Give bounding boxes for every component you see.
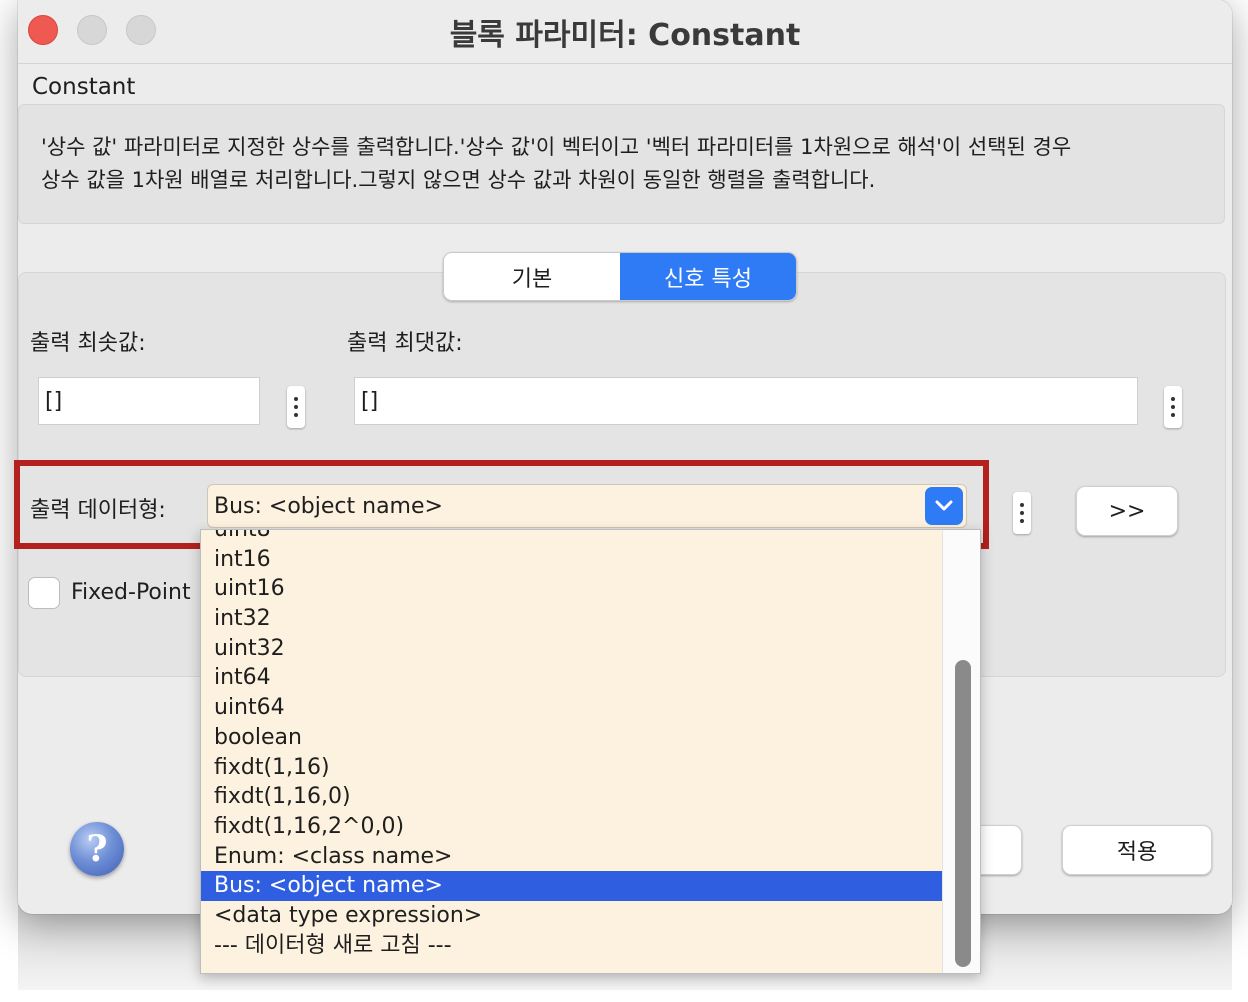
data-type-dropdown-list[interactable]: uint8 int16 uint16 int32 uint32 int64 ui…: [200, 529, 981, 974]
output-data-type-options-button[interactable]: [1013, 492, 1031, 534]
chevron-down-icon[interactable]: [925, 487, 963, 525]
dropdown-option[interactable]: uint64: [201, 693, 943, 723]
data-type-assistant-button[interactable]: >>: [1076, 486, 1178, 536]
kebab-dot-icon: [1020, 519, 1024, 523]
block-name: Constant: [32, 74, 136, 100]
dropdown-option[interactable]: uint16: [201, 574, 943, 604]
kebab-dot-icon: [1171, 413, 1175, 417]
dropdown-option[interactable]: boolean: [201, 723, 943, 753]
output-min-label: 출력 최솟값:: [30, 331, 146, 356]
kebab-dot-icon: [294, 405, 298, 409]
fixed-point-label: Fixed-Point: [71, 580, 191, 605]
title-bar: 블록 파라미터: Constant: [18, 0, 1232, 64]
dropdown-option[interactable]: uint8: [201, 530, 943, 545]
kebab-dot-icon: [1020, 511, 1024, 515]
kebab-dot-icon: [1171, 405, 1175, 409]
dropdown-option[interactable]: fixdt(1,16,0): [201, 782, 943, 812]
dropdown-option[interactable]: --- 데이터형 새로 고침 ---: [201, 931, 943, 961]
tab-bar: 기본 신호 특성: [443, 252, 797, 301]
apply-button[interactable]: 적용: [1062, 825, 1212, 875]
output-data-type-value: Bus: <object name>: [214, 494, 443, 519]
dropdown-option[interactable]: int16: [201, 545, 943, 575]
description-line: 상수 값을 1차원 배열로 처리합니다.그렇지 않으면 상수 값과 차원이 동일…: [41, 168, 876, 192]
dropdown-option[interactable]: fixdt(1,16,2^0,0): [201, 812, 943, 842]
question-mark-icon[interactable]: ?: [70, 822, 124, 876]
kebab-dot-icon: [294, 397, 298, 401]
dropdown-scrollbar-thumb[interactable]: [955, 660, 971, 967]
output-data-type-label: 출력 데이터형:: [30, 498, 166, 523]
fixed-point-checkbox[interactable]: [28, 577, 60, 609]
window-title: 블록 파라미터: Constant: [449, 18, 801, 53]
dropdown-option[interactable]: int32: [201, 604, 943, 634]
description-line: '상수 값' 파라미터로 지정한 상수를 출력합니다.'상수 값'이 벡터이고 …: [41, 135, 1072, 159]
dropdown-option[interactable]: uint32: [201, 634, 943, 664]
dropdown-options: uint8 int16 uint16 int32 uint32 int64 ui…: [201, 530, 943, 961]
dropdown-option[interactable]: Enum: <class name>: [201, 842, 943, 872]
output-max-input[interactable]: []: [354, 377, 1138, 425]
block-description: '상수 값' 파라미터로 지정한 상수를 출력합니다.'상수 값'이 벡터이고 …: [18, 104, 1225, 224]
kebab-dot-icon: [294, 413, 298, 417]
output-min-options-button[interactable]: [287, 386, 305, 428]
dropdown-option[interactable]: <data type expression>: [201, 901, 943, 931]
dropdown-option[interactable]: int64: [201, 663, 943, 693]
dropdown-option-selected[interactable]: Bus: <object name>: [201, 871, 943, 901]
dropdown-option[interactable]: fixdt(1,16): [201, 753, 943, 783]
output-data-type-select[interactable]: Bus: <object name>: [207, 484, 967, 528]
output-max-label: 출력 최댓값:: [347, 331, 463, 356]
tab-signal-attributes[interactable]: 신호 특성: [620, 253, 796, 300]
output-min-input[interactable]: []: [38, 377, 260, 425]
kebab-dot-icon: [1020, 503, 1024, 507]
tab-main[interactable]: 기본: [444, 253, 620, 300]
dropdown-scrollbar[interactable]: [942, 530, 980, 973]
kebab-dot-icon: [1171, 397, 1175, 401]
output-max-options-button[interactable]: [1164, 386, 1182, 428]
